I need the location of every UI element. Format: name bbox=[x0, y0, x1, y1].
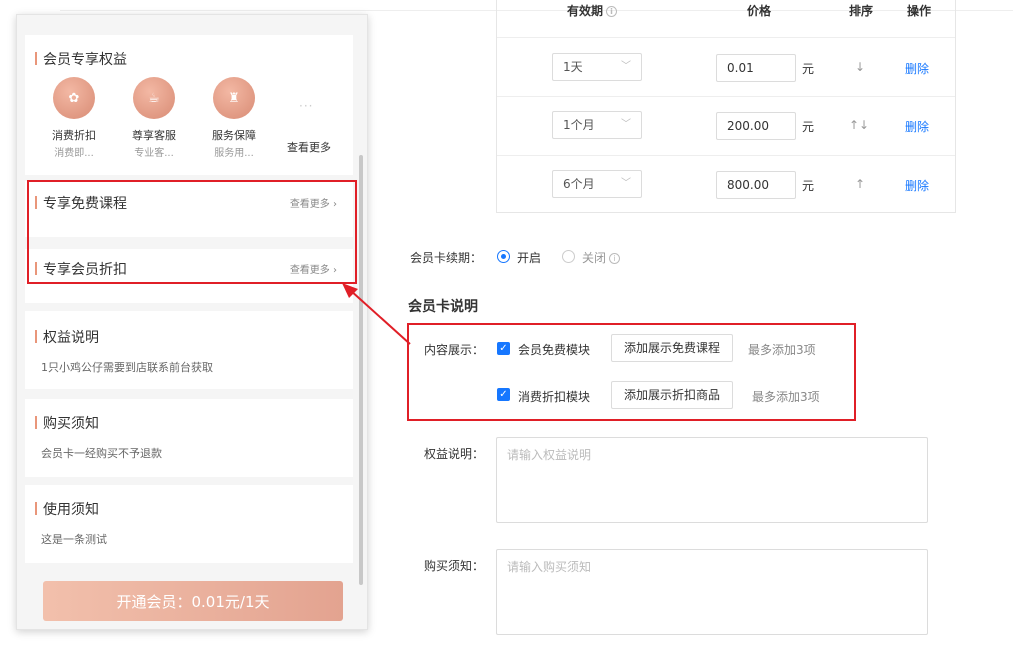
purchase-text: 会员卡一经购买不予退款 bbox=[41, 447, 162, 460]
chevron-down-icon: ﹀ bbox=[621, 178, 631, 189]
preview-scrollbar[interactable] bbox=[359, 155, 363, 585]
usage-text: 这是一条测试 bbox=[41, 533, 107, 546]
add-discount-goods-button[interactable]: 添加展示折扣商品 bbox=[611, 381, 734, 409]
benefit-name: 尊享客服 bbox=[132, 129, 176, 142]
content-label: 内容展示： bbox=[424, 343, 485, 357]
row-divider bbox=[497, 155, 955, 156]
chevron-down-icon: ﹀ bbox=[621, 119, 631, 130]
chevron-down-icon: ﹀ bbox=[621, 61, 631, 72]
section-title: 会员卡说明 bbox=[408, 299, 478, 315]
renew-label: 会员卡续期： bbox=[410, 251, 483, 265]
benefit-sub: 服务用... bbox=[214, 148, 254, 159]
purchase-label: 购买须知： bbox=[424, 559, 485, 573]
price-unit: 元 bbox=[802, 120, 815, 134]
purchase-card: 购买须知 会员卡一经购买不予退款 bbox=[25, 399, 353, 477]
sort-arrows-icon[interactable]: ↓ bbox=[855, 60, 865, 74]
renew-off-label[interactable]: 关闭 i bbox=[582, 249, 621, 266]
price-input[interactable]: 0.01 bbox=[716, 54, 796, 82]
free-course-title: 专享免费课程 bbox=[35, 193, 127, 213]
delete-link[interactable]: 删除 bbox=[905, 60, 929, 77]
discount-title: 专享会员折扣 bbox=[35, 259, 127, 279]
col-price: 价格 bbox=[747, 4, 772, 18]
renew-on-radio[interactable] bbox=[497, 250, 510, 263]
usage-card: 使用须知 这是一条测试 bbox=[25, 485, 353, 563]
validity-select[interactable]: 6个月 ﹀ bbox=[552, 170, 642, 198]
benefit-name: 服务保障 bbox=[212, 129, 256, 142]
guarantee-icon: ♜ bbox=[213, 77, 255, 119]
more-dots-icon: ··· bbox=[299, 99, 314, 113]
module2-label: 消费折扣模块 bbox=[518, 390, 591, 404]
rights-label: 权益说明： bbox=[424, 447, 485, 461]
benefit-item[interactable]: ♜ 服务保障 服务用... bbox=[199, 77, 269, 159]
col-action: 操作 bbox=[907, 4, 932, 18]
col-sort: 排序 bbox=[849, 4, 874, 18]
validity-select[interactable]: 1天 ﹀ bbox=[552, 53, 642, 81]
row-divider bbox=[497, 37, 955, 38]
join-member-button[interactable]: 开通会员：0.01元/1天 bbox=[43, 581, 343, 621]
rights-textarea[interactable]: 请输入权益说明 bbox=[496, 437, 928, 523]
discount-more-link[interactable]: 查看更多 › bbox=[290, 261, 337, 276]
col-validity: 有效期 i bbox=[567, 2, 618, 19]
usage-title: 使用须知 bbox=[35, 499, 99, 519]
benefit-name: 消费折扣 bbox=[52, 129, 96, 142]
price-input[interactable]: 200.00 bbox=[716, 112, 796, 140]
delete-link[interactable]: 删除 bbox=[905, 177, 929, 194]
module1-hint: 最多添加3项 bbox=[748, 343, 816, 357]
add-free-course-button[interactable]: 添加展示免费课程 bbox=[611, 334, 734, 362]
purchase-textarea[interactable]: 请输入购买须知 bbox=[496, 549, 928, 635]
module2-hint: 最多添加3项 bbox=[752, 390, 820, 404]
discount-card: 专享会员折扣 查看更多 › bbox=[25, 249, 353, 303]
free-course-more-link[interactable]: 查看更多 › bbox=[290, 195, 337, 210]
rights-text: 1只小鸡公仔需要到店联系前台获取 bbox=[41, 361, 213, 374]
renew-off-radio[interactable] bbox=[562, 250, 575, 263]
benefits-title: 会员专享权益 bbox=[35, 49, 127, 69]
free-course-card: 专享免费课程 查看更多 › bbox=[25, 181, 353, 237]
info-icon: i bbox=[609, 253, 621, 264]
annotation-arrow bbox=[342, 283, 411, 345]
sort-arrows-icon[interactable]: ↑ bbox=[855, 177, 865, 191]
info-icon: i bbox=[606, 6, 618, 17]
rights-title: 权益说明 bbox=[35, 327, 99, 347]
page: 会员专享权益 ✿ 消费折扣 消费即... ☕ 尊享客服 专业客... ♜ 服务保… bbox=[0, 0, 1013, 645]
purchase-title: 购买须知 bbox=[35, 413, 99, 433]
price-input[interactable]: 800.00 bbox=[716, 171, 796, 199]
benefit-sub: 专业客... bbox=[134, 148, 174, 159]
rights-card: 权益说明 1只小鸡公仔需要到店联系前台获取 bbox=[25, 311, 353, 389]
benefit-item[interactable]: ☕ 尊享客服 专业客... bbox=[119, 77, 189, 159]
discount-icon: ✿ bbox=[53, 77, 95, 119]
phone-preview: 会员专享权益 ✿ 消费折扣 消费即... ☕ 尊享客服 专业客... ♜ 服务保… bbox=[16, 14, 368, 630]
benefits-more-link[interactable]: 查看更多 bbox=[287, 139, 331, 155]
sort-arrows-icon[interactable]: ↑↓ bbox=[849, 118, 869, 132]
module2-checkbox[interactable]: ✓ bbox=[497, 388, 510, 401]
row-divider bbox=[497, 96, 955, 97]
price-table: 有效期 i 价格 排序 操作 1天 ﹀ 0.01 元 ↓ 删除 1个月 ﹀ 200.0… bbox=[496, 0, 956, 213]
price-unit: 元 bbox=[802, 62, 815, 76]
benefit-sub: 消费即... bbox=[54, 148, 94, 159]
renew-on-label[interactable]: 开启 bbox=[517, 249, 541, 266]
module1-label: 会员免费模块 bbox=[518, 343, 591, 357]
benefit-item[interactable]: ✿ 消费折扣 消费即... bbox=[39, 77, 109, 159]
service-icon: ☕ bbox=[133, 77, 175, 119]
price-unit: 元 bbox=[802, 179, 815, 193]
delete-link[interactable]: 删除 bbox=[905, 118, 929, 135]
module1-checkbox[interactable]: ✓ bbox=[497, 342, 510, 355]
validity-select[interactable]: 1个月 ﹀ bbox=[552, 111, 642, 139]
